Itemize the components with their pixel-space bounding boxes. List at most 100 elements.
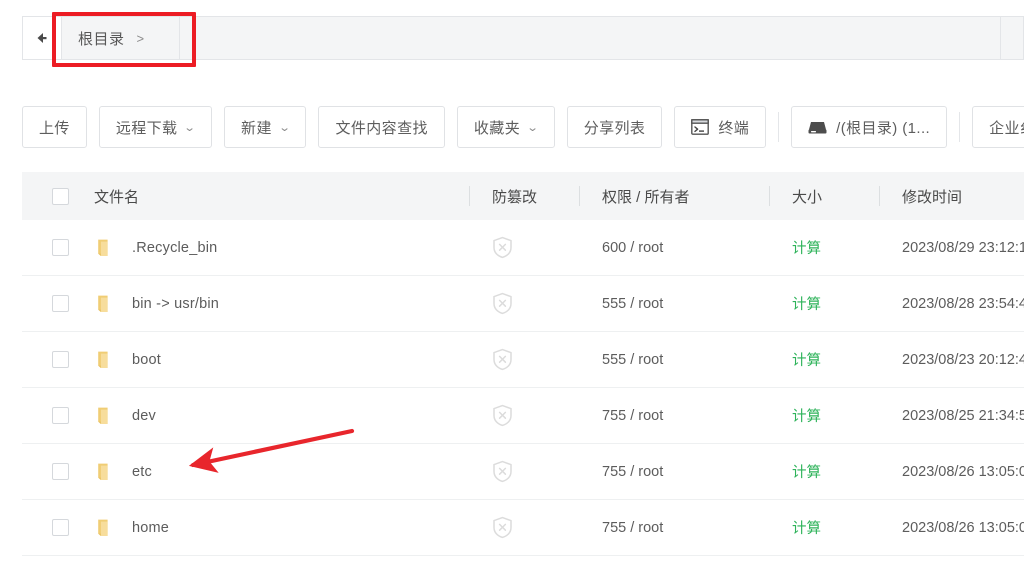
shield-x-icon[interactable]	[492, 404, 513, 427]
share-list-button[interactable]: 分享列表	[566, 106, 663, 148]
permission-cell: 755 / root	[602, 463, 664, 480]
table-header-row: 文件名 防篡改 权限 / 所有者 大小 修改时间	[22, 172, 1024, 220]
breadcrumb-tail-area[interactable]	[1000, 16, 1024, 60]
terminal-icon	[691, 119, 710, 135]
row-checkbox[interactable]	[52, 351, 69, 368]
mtime-cell: 2023/08/28 23:54:46	[902, 295, 1024, 312]
breadcrumb-empty-area[interactable]	[180, 16, 1000, 60]
table-row[interactable]: etc 755 / root 计算 2023/08/26 13:05:00	[22, 444, 1024, 500]
remote-download-button[interactable]: 远程下载 ⌄	[98, 106, 213, 148]
new-button-label: 新建	[241, 119, 272, 137]
select-all-cell	[22, 187, 84, 205]
shield-x-icon[interactable]	[492, 236, 513, 259]
toolbar-divider	[959, 112, 961, 142]
enterprise-button[interactable]: 企业纟	[972, 106, 1024, 148]
permission-cell: 555 / root	[602, 295, 664, 312]
file-name-label[interactable]: bin -> usr/bin	[132, 296, 219, 312]
remote-download-label: 远程下载	[115, 119, 178, 137]
file-name-label[interactable]: .Recycle_bin	[132, 240, 217, 256]
upload-button[interactable]: 上传	[22, 106, 87, 148]
table-row[interactable]: .Recycle_bin 600 / root 计算 2023/08/29 23…	[22, 220, 1024, 276]
folder-icon	[94, 293, 116, 315]
row-checkbox[interactable]	[52, 295, 69, 312]
size-cell[interactable]: 计算	[769, 293, 879, 314]
tamper-cell	[469, 292, 579, 315]
shield-x-icon[interactable]	[492, 516, 513, 539]
shield-x-icon[interactable]	[492, 460, 513, 483]
size-cell[interactable]: 计算	[769, 349, 879, 370]
file-name-cell: dev	[84, 405, 469, 427]
folder-icon	[94, 517, 116, 539]
file-name-cell: etc	[84, 461, 469, 483]
new-button[interactable]: 新建 ⌄	[224, 106, 307, 148]
breadcrumb-root-label: 根目录	[78, 30, 125, 48]
row-checkbox[interactable]	[52, 463, 69, 480]
file-name-label[interactable]: etc	[132, 464, 152, 480]
table-row[interactable]: home 755 / root 计算 2023/08/26 13:05:00	[22, 500, 1024, 556]
column-header-name[interactable]: 文件名	[84, 186, 469, 207]
file-name-label[interactable]: home	[132, 520, 169, 536]
column-header-tamper[interactable]: 防篡改	[469, 186, 579, 207]
column-header-permission[interactable]: 权限 / 所有者	[579, 186, 769, 207]
file-content-search-button[interactable]: 文件内容查找	[318, 106, 445, 148]
breadcrumb: 根目录 >	[22, 16, 1024, 60]
disk-usage-button[interactable]: /(根目录) (1...	[791, 106, 948, 148]
permission-cell: 600 / root	[602, 239, 664, 256]
table-body: .Recycle_bin 600 / root 计算 2023/08/29 23…	[22, 220, 1024, 556]
row-checkbox[interactable]	[52, 519, 69, 536]
row-checkbox[interactable]	[52, 239, 69, 256]
chevron-down-icon: ⌄	[183, 121, 197, 134]
mtime-cell: 2023/08/29 23:12:10	[902, 239, 1024, 256]
file-manager-page: 根目录 > 上传 远程下载 ⌄ 新建 ⌄ 文件内容查找 收藏夹 ⌄ 分享列表 终…	[0, 0, 1024, 563]
folder-icon	[94, 461, 116, 483]
chevron-down-icon: ⌄	[526, 121, 540, 134]
row-checkbox[interactable]	[52, 407, 69, 424]
folder-icon	[94, 405, 116, 427]
toolbar: 上传 远程下载 ⌄ 新建 ⌄ 文件内容查找 收藏夹 ⌄ 分享列表 终端 /(根目…	[22, 105, 1024, 149]
file-name-cell: boot	[84, 349, 469, 371]
disk-usage-label: /(根目录) (1...	[836, 119, 931, 137]
breadcrumb-item-root[interactable]: 根目录 >	[62, 16, 180, 60]
terminal-button[interactable]: 终端	[674, 106, 767, 148]
folder-icon	[94, 349, 116, 371]
file-name-cell: home	[84, 517, 469, 539]
back-button[interactable]	[22, 16, 62, 60]
mtime-cell: 2023/08/25 21:34:58	[902, 407, 1024, 424]
shield-x-icon[interactable]	[492, 292, 513, 315]
back-triangle-icon	[34, 31, 50, 45]
tamper-cell	[469, 404, 579, 427]
chevron-down-icon: ⌄	[278, 121, 292, 134]
select-all-checkbox[interactable]	[52, 187, 69, 205]
table-row[interactable]: boot 555 / root 计算 2023/08/23 20:12:49	[22, 332, 1024, 388]
column-header-size[interactable]: 大小	[769, 186, 879, 207]
file-content-search-label: 文件内容查找	[335, 119, 428, 137]
size-cell[interactable]: 计算	[769, 517, 879, 538]
tamper-cell	[469, 236, 579, 259]
shield-x-icon[interactable]	[492, 348, 513, 371]
row-select-cell	[22, 463, 84, 480]
terminal-label: 终端	[718, 119, 750, 137]
size-cell[interactable]: 计算	[769, 405, 879, 426]
file-name-label[interactable]: boot	[132, 352, 161, 368]
chevron-right-icon: >	[136, 30, 145, 46]
file-name-cell: .Recycle_bin	[84, 237, 469, 259]
toolbar-divider	[778, 112, 780, 142]
tamper-cell	[469, 348, 579, 371]
table-row[interactable]: bin -> usr/bin 555 / root 计算 2023/08/28 …	[22, 276, 1024, 332]
row-select-cell	[22, 295, 84, 312]
favorites-button[interactable]: 收藏夹 ⌄	[456, 106, 555, 148]
upload-button-label: 上传	[39, 119, 70, 137]
folder-icon	[94, 237, 116, 259]
row-select-cell	[22, 351, 84, 368]
favorites-label: 收藏夹	[473, 119, 521, 137]
tamper-cell	[469, 516, 579, 539]
file-name-label[interactable]: dev	[132, 408, 156, 424]
row-select-cell	[22, 407, 84, 424]
size-cell[interactable]: 计算	[769, 461, 879, 482]
enterprise-label: 企业纟	[989, 119, 1024, 137]
table-row[interactable]: dev 755 / root 计算 2023/08/25 21:34:58	[22, 388, 1024, 444]
column-header-mtime[interactable]: 修改时间	[879, 186, 1024, 207]
file-table: 文件名 防篡改 权限 / 所有者 大小 修改时间 .Recycle_bin 60…	[22, 172, 1024, 563]
size-cell[interactable]: 计算	[769, 237, 879, 258]
tamper-cell	[469, 460, 579, 483]
